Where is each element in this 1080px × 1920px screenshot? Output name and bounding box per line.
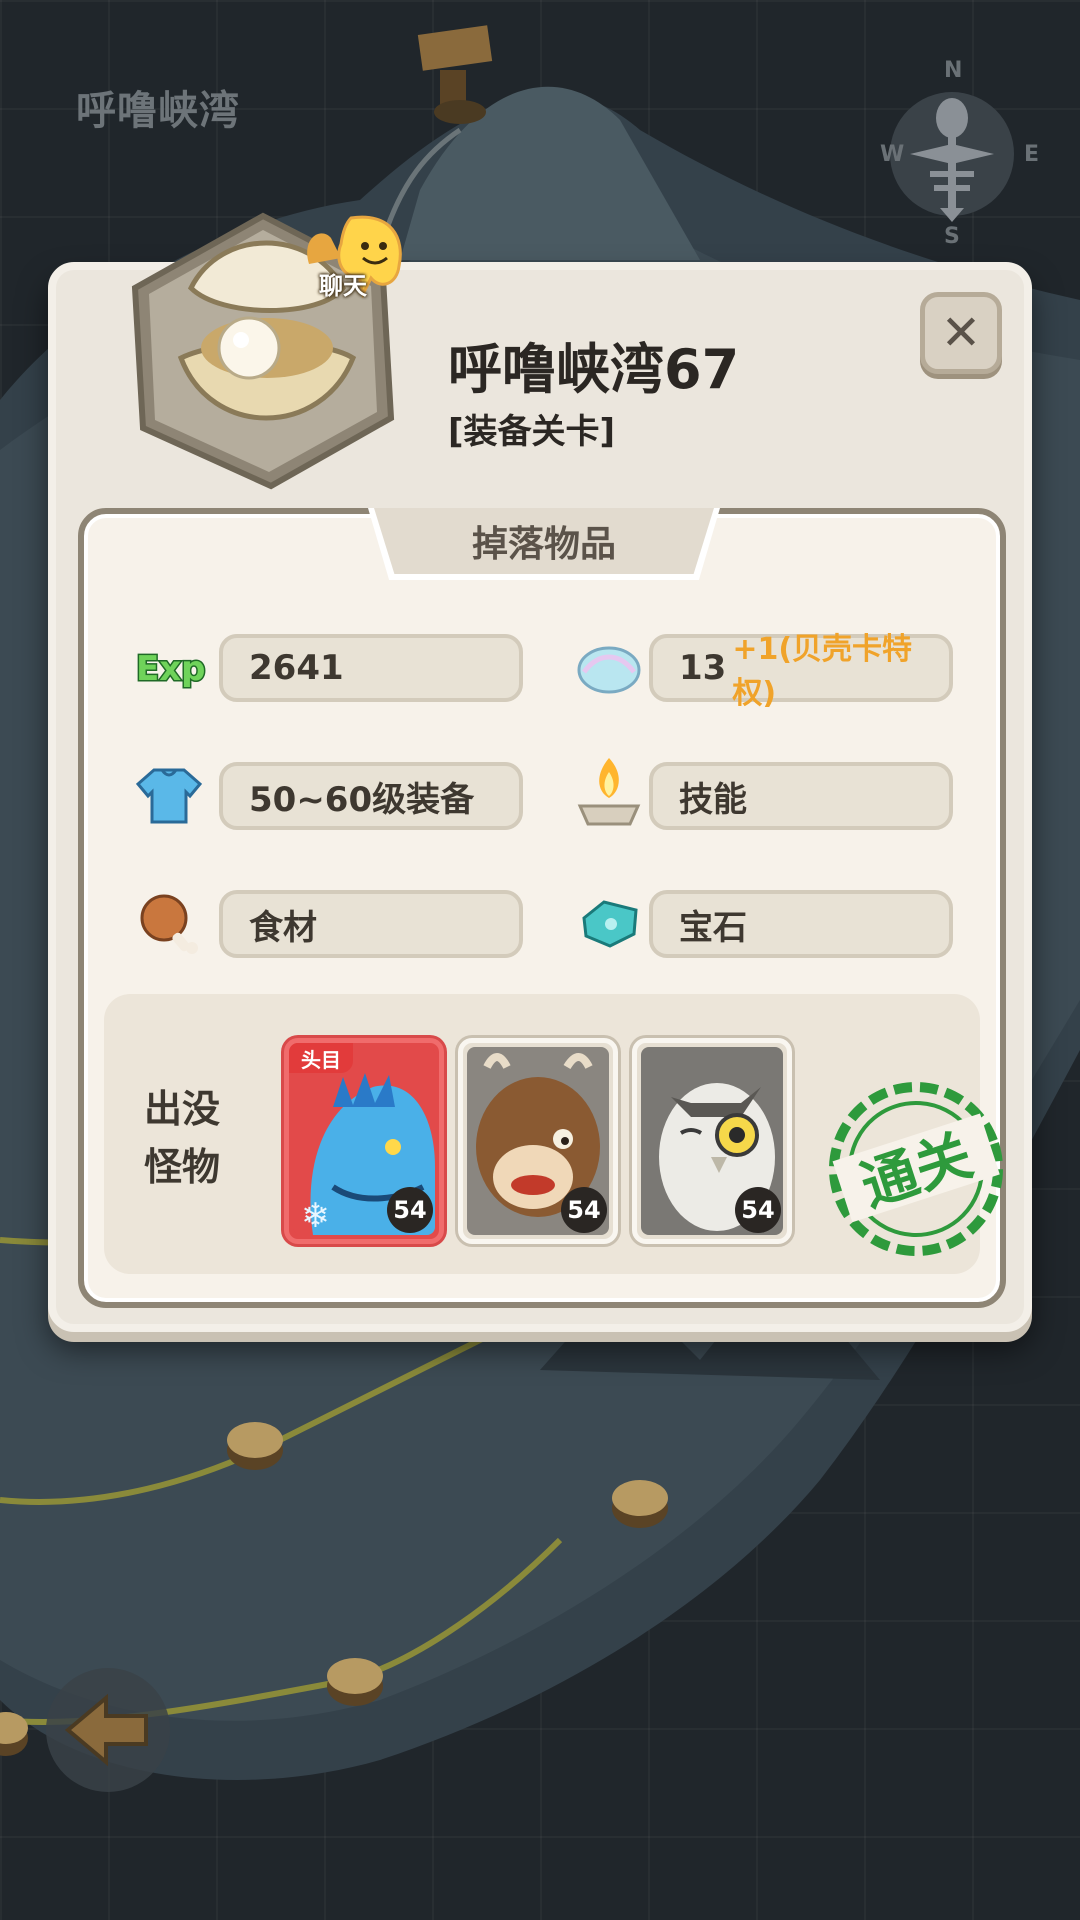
monster-level-badge: 54 <box>387 1187 433 1233</box>
drop-shell-value: 13 +1(贝壳卡特权) <box>649 632 953 711</box>
compass: N S W E <box>880 58 1039 249</box>
meat-ingredient-icon <box>134 888 204 958</box>
stage-node[interactable] <box>0 1712 28 1756</box>
shell-bonus-text: +1(贝壳卡特权) <box>732 632 913 711</box>
chat-label[interactable]: 聊天 <box>319 266 367 301</box>
compass-west: W <box>880 142 905 167</box>
gem-icon <box>574 888 644 958</box>
monster-label-line1: 出没 <box>144 1087 221 1131</box>
drop-ingredient-value: 食材 <box>219 890 523 958</box>
close-icon: ✕ <box>940 305 982 361</box>
drop-gem-value: 宝石 <box>649 890 953 958</box>
compass-south: S <box>944 224 960 249</box>
stage-node[interactable] <box>227 1422 283 1470</box>
cleared-stamp-text: 通关 <box>853 1123 980 1219</box>
drops-panel: 掉落物品 Exp 2641 13 +1(贝壳卡特权) 50~60级装备 技能 食… <box>78 508 1006 1308</box>
compass-east: E <box>1024 142 1040 167</box>
shell-value-text: 13 <box>679 648 727 688</box>
shirt-equipment-icon <box>134 760 204 830</box>
compass-north: N <box>944 58 963 83</box>
signpost-icon <box>417 25 493 124</box>
back-button[interactable] <box>46 1668 170 1792</box>
monster-level-badge: 54 <box>561 1187 607 1233</box>
cleared-stamp: 通关 <box>829 1082 1003 1256</box>
drop-exp-value: 2641 <box>219 634 523 702</box>
monster-section-label: 出没 怪物 <box>144 1080 234 1196</box>
monster-card[interactable]: 54 <box>632 1038 792 1244</box>
stage-type: [装备关卡] <box>448 412 616 452</box>
gem-value-text: 宝石 <box>679 907 747 948</box>
monster-label-line2: 怪物 <box>144 1145 221 1189</box>
exp-icon: Exp <box>134 632 208 702</box>
arrow-left-icon <box>64 1693 148 1767</box>
drops-tab-label: 掉落物品 <box>471 524 616 565</box>
equipment-value-text: 50~60级装备 <box>249 779 475 820</box>
stage-node[interactable] <box>612 1480 668 1528</box>
exp-value-text: 2641 <box>249 648 344 688</box>
shell-icon <box>574 632 644 702</box>
close-button[interactable]: ✕ <box>920 292 1002 374</box>
snowflake-icon: ❄ <box>301 1196 330 1235</box>
ingredient-value-text: 食材 <box>249 907 317 948</box>
map-title: 呼噜峡湾 <box>76 88 240 134</box>
skill-value-text: 技能 <box>679 779 747 820</box>
monster-card[interactable]: ❄ 头目 54 <box>284 1038 444 1244</box>
stage-title: 呼噜峡湾67 <box>448 338 740 401</box>
campfire-skill-icon <box>574 752 644 826</box>
monster-level-badge: 54 <box>735 1187 781 1233</box>
stage-node[interactable] <box>327 1658 383 1706</box>
monster-card[interactable]: 54 <box>458 1038 618 1244</box>
stage-info-dialog: 聊天 呼噜峡湾67 [装备关卡] ✕ 掉落物品 Exp 2641 13 +1(贝… <box>48 212 1032 1332</box>
exp-badge-text: Exp <box>136 649 206 689</box>
drop-equipment-value: 50~60级装备 <box>219 762 523 830</box>
drops-tab: 掉落物品 <box>374 508 714 574</box>
drop-skill-value: 技能 <box>649 762 953 830</box>
boss-tag: 头目 <box>289 1043 353 1073</box>
